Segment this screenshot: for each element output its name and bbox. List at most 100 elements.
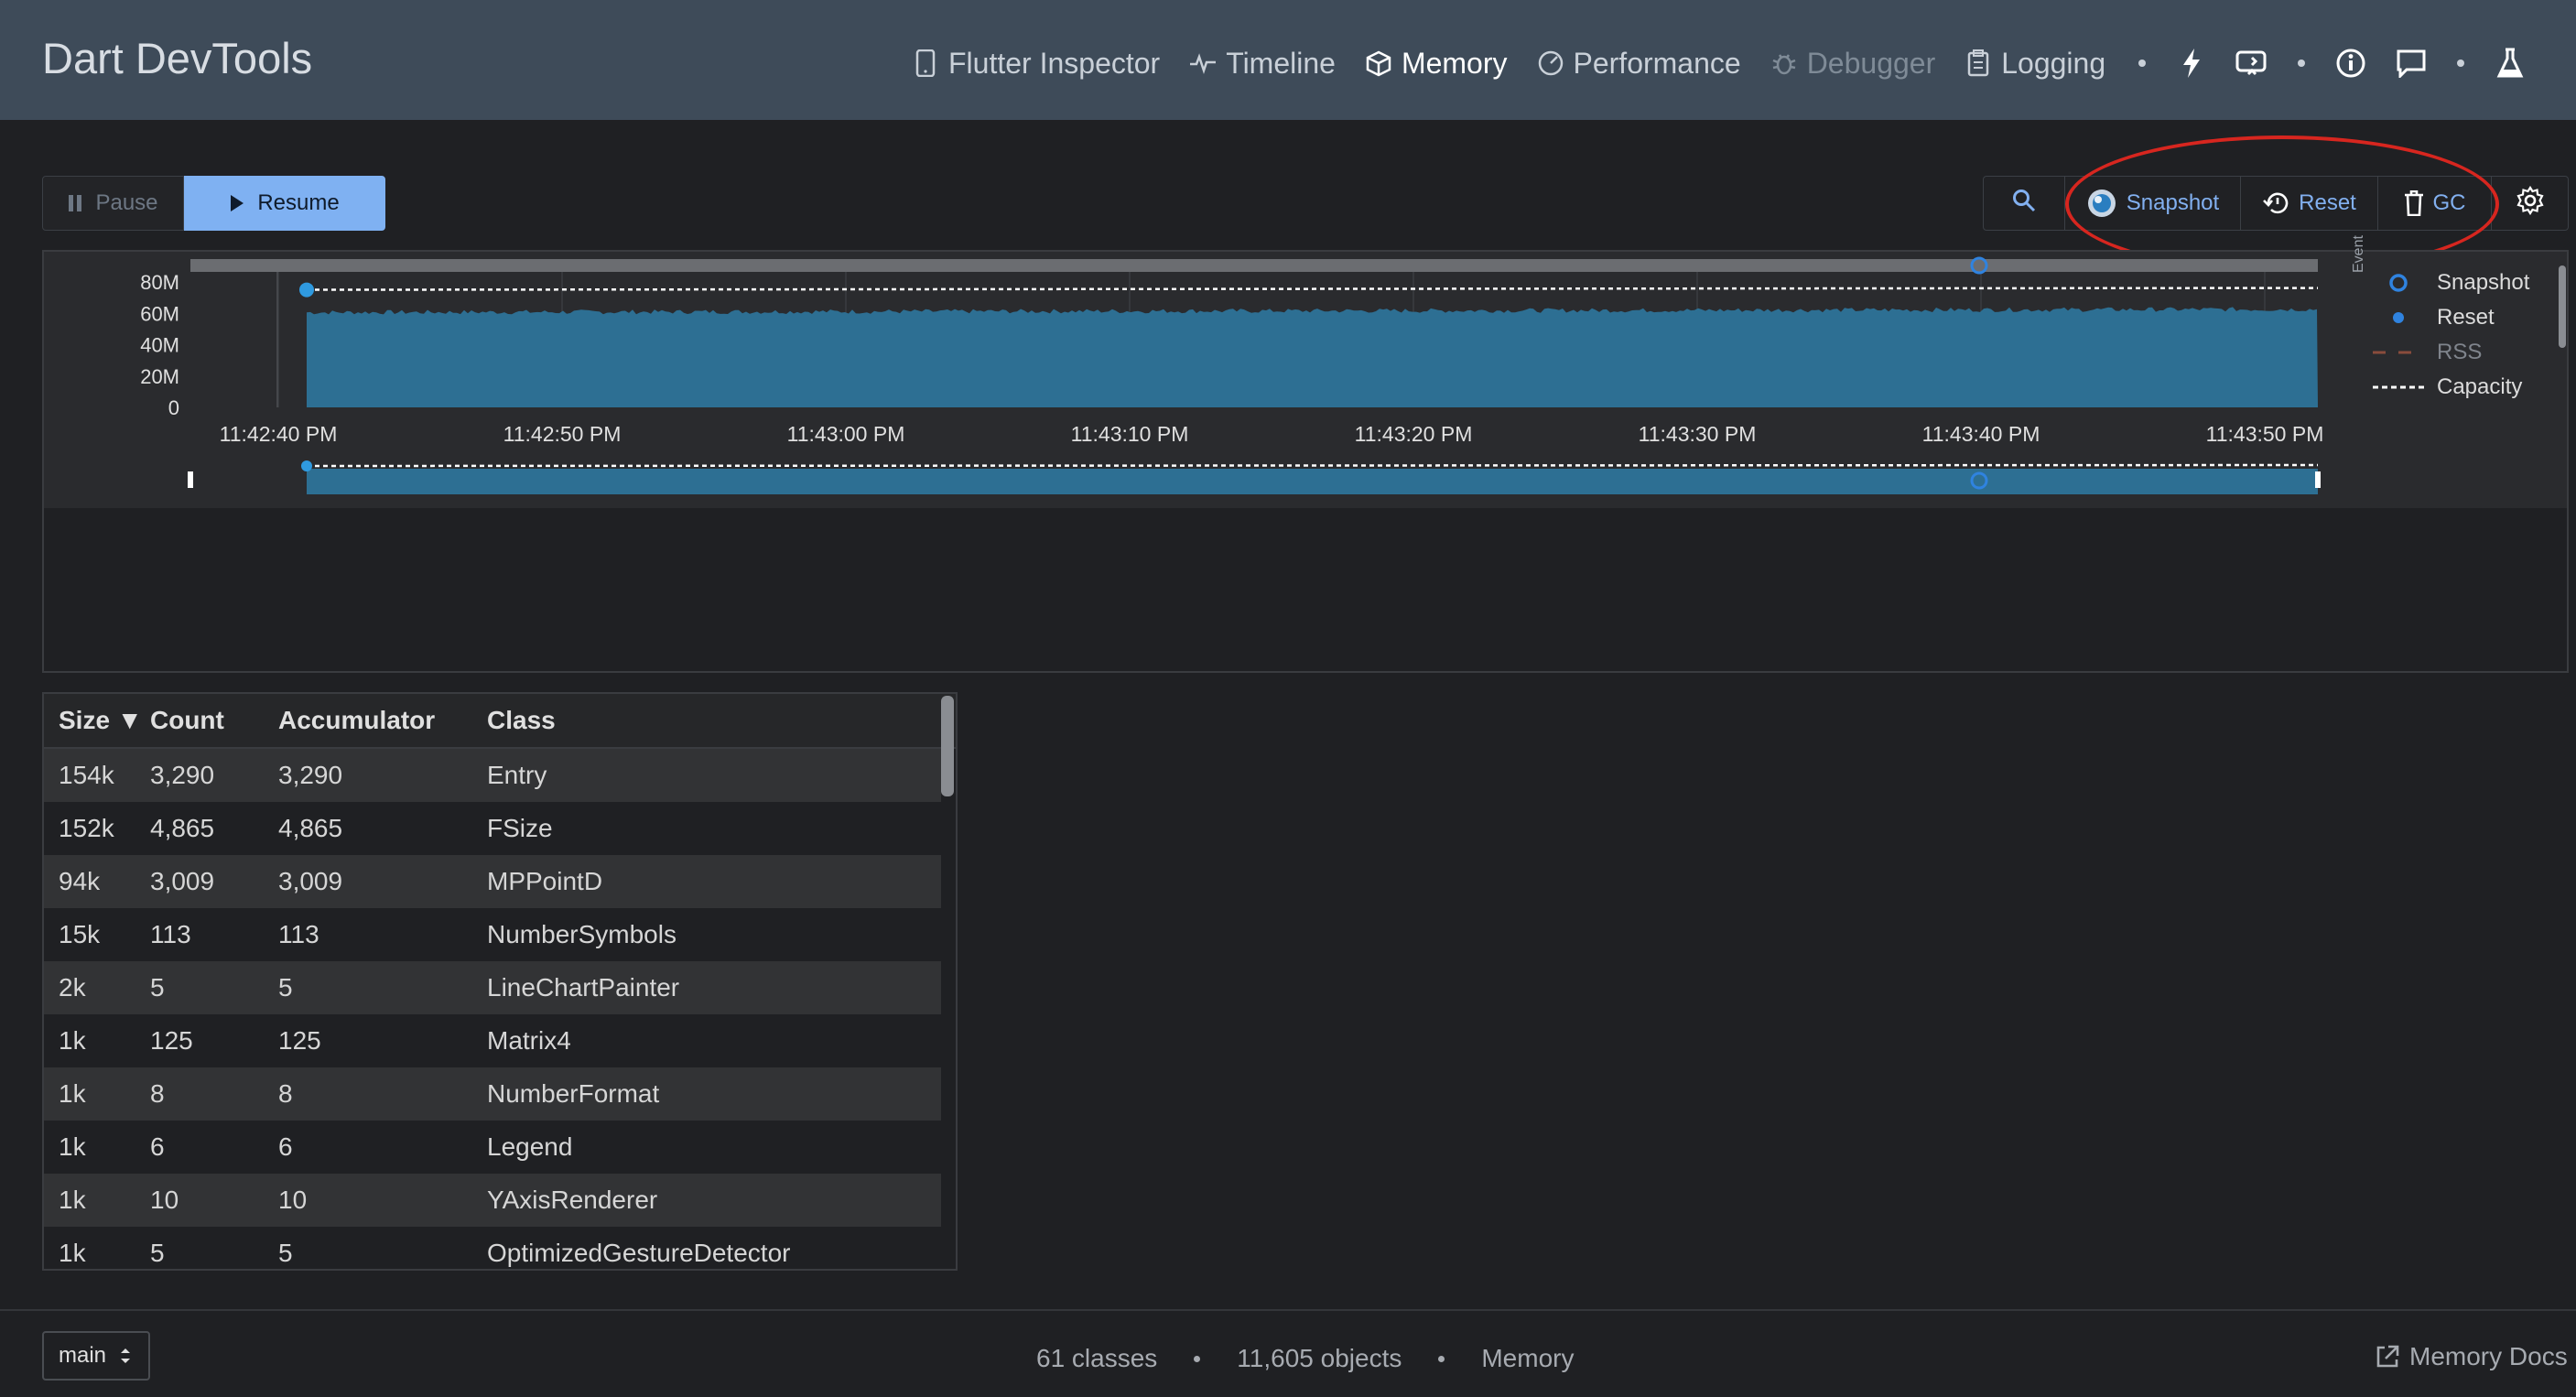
cell-size: 2k — [59, 973, 86, 1002]
capacity-line — [306, 287, 2319, 291]
table-row[interactable]: 154k 3,290 3,290 Entry — [44, 749, 941, 802]
table-scrollbar[interactable] — [941, 696, 954, 796]
table-row[interactable]: 2k 5 5 LineChartPainter — [44, 961, 941, 1014]
cell-accumulator: 6 — [278, 1132, 293, 1161]
table-row[interactable]: 15k 113 113 NumberSymbols — [44, 908, 941, 961]
rss-line-icon — [2371, 350, 2426, 355]
snapshot-marker-icon — [2371, 273, 2426, 293]
cell-accumulator: 10 — [278, 1186, 308, 1214]
table-row[interactable]: 1k 5 5 OptimizedGestureDetector — [44, 1227, 941, 1269]
cell-class: NumberFormat — [487, 1079, 660, 1108]
cell-size: 1k — [59, 1132, 86, 1161]
column-header-accumulator[interactable]: Accumulator — [278, 706, 487, 735]
cell-size: 154k — [59, 761, 114, 789]
table-row[interactable]: 1k 125 125 Matrix4 — [44, 1014, 941, 1067]
x-tick-label: 11:43:50 PM — [2206, 422, 2324, 446]
table-row[interactable]: 1k 8 8 NumberFormat — [44, 1067, 941, 1121]
cell-size: 1k — [59, 1079, 86, 1108]
column-header-count[interactable]: Count — [150, 706, 278, 735]
separator-dot — [1194, 1355, 1201, 1362]
cell-class: LineChartPainter — [487, 973, 680, 1002]
table-row[interactable]: 1k 6 6 Legend — [44, 1121, 941, 1174]
cell-class: YAxisRenderer — [487, 1186, 658, 1214]
cell-count: 113 — [150, 920, 191, 948]
capacity-line-icon — [2371, 384, 2426, 390]
table-row[interactable]: 94k 3,009 3,009 MPPointD — [44, 855, 941, 908]
legend-event-label: Event — [2351, 235, 2366, 273]
status-summary: 61 classes 11,605 objects Memory — [1036, 1344, 1574, 1373]
cell-count: 125 — [150, 1026, 193, 1055]
cell-size: 94k — [59, 867, 101, 895]
cell-accumulator: 5 — [278, 1239, 293, 1267]
sort-desc-icon: ▼ — [116, 706, 143, 734]
cell-count: 6 — [150, 1132, 165, 1161]
cell-size: 1k — [59, 1186, 86, 1214]
y-tick-label: 20M — [140, 365, 179, 388]
legend-reset: Reset — [2371, 300, 2554, 335]
x-tick-label: 11:43:10 PM — [1071, 422, 1189, 446]
cell-accumulator: 5 — [278, 973, 293, 1002]
table-header: Size ▼ Count Accumulator Class — [44, 694, 956, 749]
cell-class: Legend — [487, 1132, 573, 1161]
open-external-icon — [2375, 1344, 2400, 1370]
column-header-size[interactable]: Size ▼ — [44, 706, 150, 735]
memory-docs-link[interactable]: Memory Docs — [2375, 1342, 2568, 1371]
cell-count: 4,865 — [150, 814, 215, 842]
chart-legend: Snapshot Reset RSS Capacity — [2371, 265, 2554, 405]
cell-class: OptimizedGestureDetector — [487, 1239, 791, 1267]
navigator-right-handle — [2315, 471, 2321, 488]
cell-count: 10 — [150, 1186, 179, 1214]
x-tick-label: 11:42:50 PM — [503, 422, 622, 446]
navigator-area — [307, 469, 2318, 494]
cell-accumulator: 8 — [278, 1079, 293, 1108]
table-body: 154k 3,290 3,290 Entry 152k 4,865 4,865 FSize 94… — [44, 749, 956, 1269]
memory-chart: 80M 60M 40M 20M 0 11:42:40 PM 11:42:50 PM 11:43… — [140, 256, 2324, 494]
updown-chevron-icon — [119, 1346, 132, 1366]
cell-size: 15k — [59, 920, 101, 948]
cell-size: 1k — [59, 1026, 86, 1055]
classes-count: 61 classes — [1036, 1344, 1158, 1372]
reset-event-marker — [299, 282, 314, 298]
status-bar: main 61 classes 11,605 objects Memory Me… — [0, 1309, 2576, 1397]
isolate-select[interactable]: main — [42, 1331, 150, 1381]
cell-class: Matrix4 — [487, 1026, 571, 1055]
cell-count: 5 — [150, 973, 165, 1002]
cell-size: 152k — [59, 814, 114, 842]
cell-count: 5 — [150, 1239, 165, 1267]
heap-area-series — [307, 307, 2318, 407]
cell-accumulator: 4,865 — [278, 814, 343, 842]
x-tick-label: 11:43:40 PM — [1922, 422, 2040, 446]
legend-rss: RSS — [2371, 335, 2554, 370]
cell-count: 3,290 — [150, 761, 215, 789]
table-row[interactable]: 152k 4,865 4,865 FSize — [44, 802, 941, 855]
chart-top-bar — [190, 259, 2318, 272]
x-tick-label: 11:43:00 PM — [787, 422, 905, 446]
cell-accumulator: 113 — [278, 920, 319, 948]
heap-table: Size ▼ Count Accumulator Class 154k 3,290… — [42, 692, 958, 1271]
reset-marker-icon — [2371, 311, 2426, 324]
legend-scrollbar[interactable] — [2559, 265, 2566, 348]
cell-class: Entry — [487, 761, 547, 789]
y-tick-label: 60M — [140, 302, 179, 325]
navigator-reset-marker — [301, 460, 312, 471]
y-tick-label: 0 — [168, 396, 179, 419]
x-tick-label: 11:43:20 PM — [1355, 422, 1473, 446]
objects-count: 11,605 objects — [1237, 1344, 1402, 1372]
x-tick-label: 11:43:30 PM — [1639, 422, 1757, 446]
cell-accumulator: 3,290 — [278, 761, 343, 789]
y-tick-label: 40M — [140, 334, 179, 357]
table-row[interactable]: 1k 10 10 YAxisRenderer — [44, 1174, 941, 1227]
column-header-class[interactable]: Class — [487, 706, 956, 735]
current-page-label: Memory — [1481, 1344, 1575, 1372]
separator-dot — [1438, 1355, 1445, 1362]
legend-snapshot: Snapshot — [2371, 265, 2554, 300]
cell-count: 3,009 — [150, 867, 215, 895]
x-tick-label: 11:42:40 PM — [220, 422, 338, 446]
cell-class: MPPointD — [487, 867, 603, 895]
y-tick-label: 80M — [140, 271, 179, 294]
cell-accumulator: 3,009 — [278, 867, 343, 895]
cell-count: 8 — [150, 1079, 165, 1108]
navigator-capacity-line — [306, 463, 2319, 468]
cell-class: FSize — [487, 814, 553, 842]
legend-capacity: Capacity — [2371, 370, 2554, 405]
